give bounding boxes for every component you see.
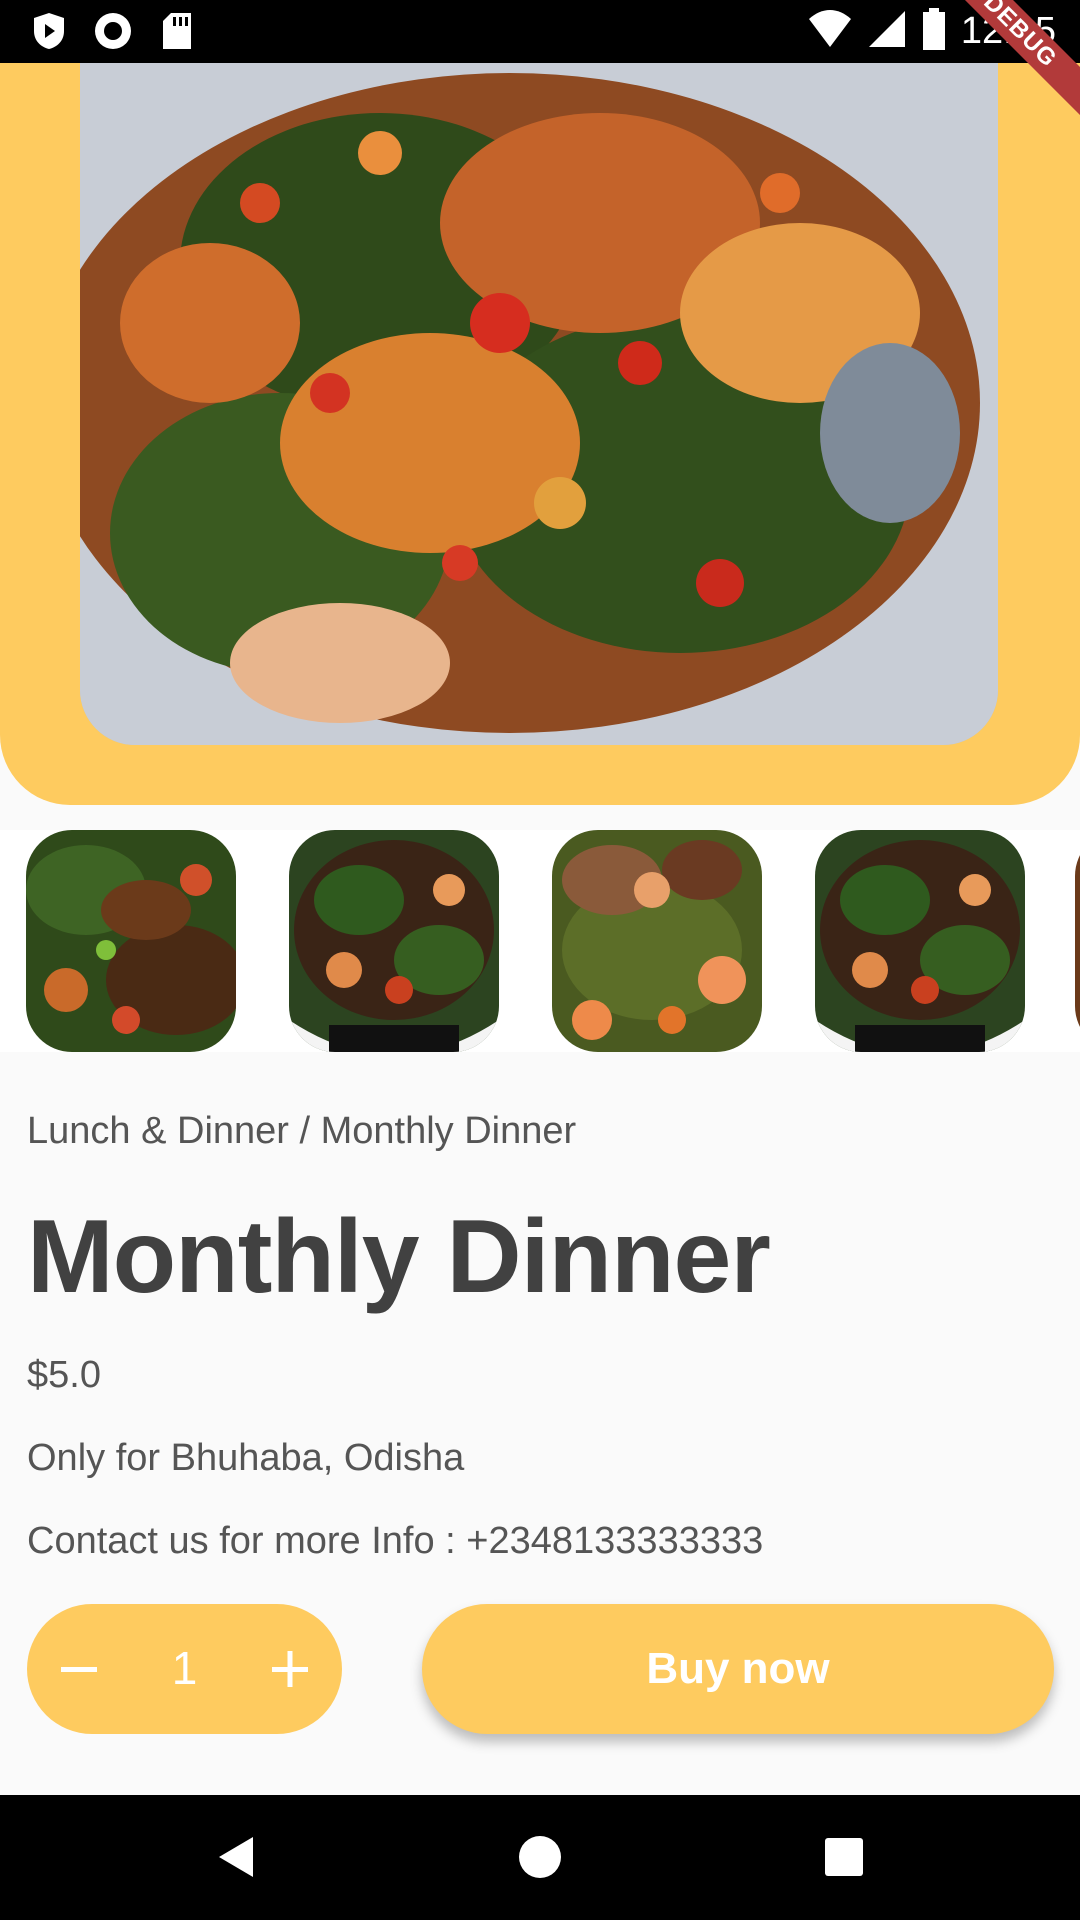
increment-button[interactable] — [260, 1639, 320, 1699]
hero-food-image — [80, 63, 998, 745]
contact-info: Contact us for more Info : +234813333333… — [27, 1520, 764, 1562]
thumbnail-5-partial[interactable] — [1075, 830, 1080, 1052]
play-protect-icon — [28, 10, 70, 52]
thumbnail-4[interactable] — [815, 830, 1025, 1052]
recents-square-icon — [825, 1838, 863, 1876]
system-nav-bar — [0, 1795, 1080, 1920]
thumbnail-1[interactable] — [26, 830, 236, 1052]
thumbnail-3[interactable] — [552, 830, 762, 1052]
thumbnail-2[interactable] — [289, 830, 499, 1052]
minus-icon — [61, 1667, 97, 1672]
home-circle-icon — [519, 1836, 561, 1878]
record-icon — [92, 10, 134, 52]
home-button[interactable] — [510, 1827, 570, 1887]
recents-button[interactable] — [814, 1827, 874, 1887]
signal-icon — [867, 9, 907, 54]
product-price: $5.0 — [27, 1354, 101, 1396]
battery-icon — [921, 8, 947, 55]
buy-now-button[interactable]: Buy now — [422, 1604, 1054, 1734]
back-triangle-icon — [219, 1837, 253, 1877]
quantity-stepper: 1 — [27, 1604, 342, 1734]
decrement-button[interactable] — [49, 1639, 109, 1699]
product-title: Monthly Dinner — [27, 1199, 771, 1315]
plus-icon — [272, 1651, 308, 1687]
breadcrumb: Lunch & Dinner / Monthly Dinner — [27, 1110, 577, 1152]
status-bar: 12:15 — [0, 0, 1080, 63]
status-bar-left-icons — [28, 10, 198, 52]
quantity-value: 1 — [171, 1642, 198, 1694]
thumbnail-gallery[interactable] — [0, 830, 1080, 1052]
sd-card-icon — [156, 10, 198, 52]
back-button[interactable] — [206, 1827, 266, 1887]
product-location: Only for Bhuhaba, Odisha — [27, 1437, 465, 1479]
wifi-icon — [807, 9, 853, 54]
